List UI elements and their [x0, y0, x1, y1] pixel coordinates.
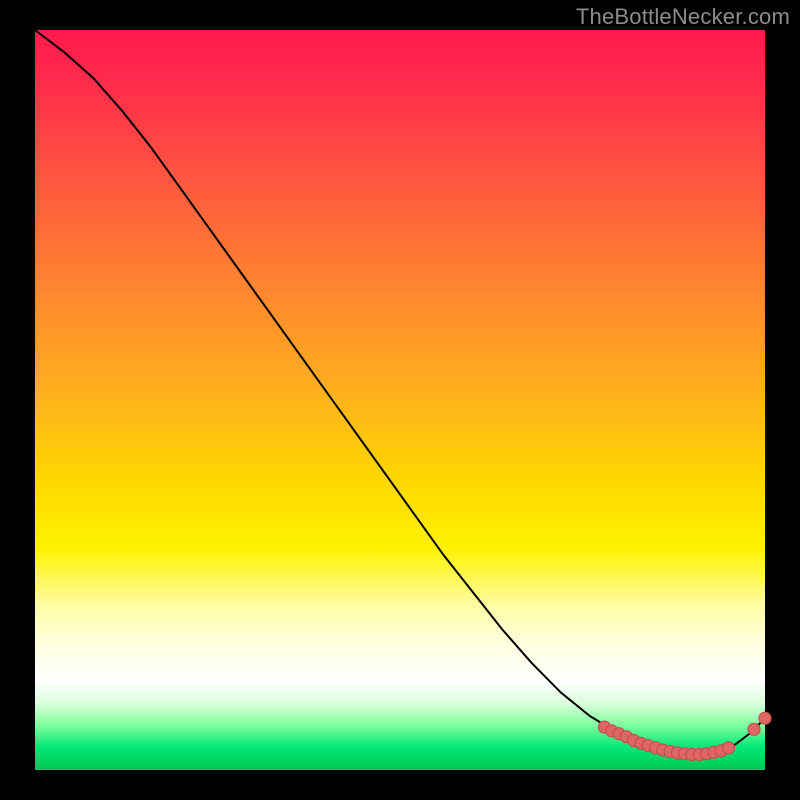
data-marker — [723, 742, 735, 754]
chart-svg — [35, 30, 765, 770]
plot-area — [35, 30, 765, 770]
chart-frame: TheBottleNecker.com — [0, 0, 800, 800]
watermark-text: TheBottleNecker.com — [576, 4, 790, 30]
bottleneck-curve-line — [35, 30, 765, 755]
data-marker — [748, 723, 760, 735]
data-marker — [759, 712, 771, 724]
